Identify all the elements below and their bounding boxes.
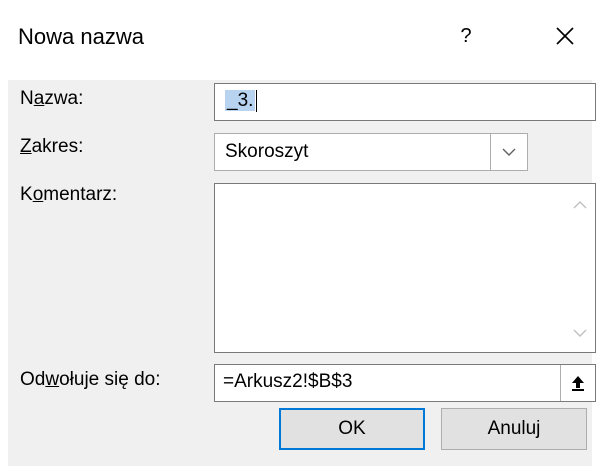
comment-textarea[interactable]: [214, 183, 596, 353]
frame-left: [0, 80, 8, 466]
refers-to-input[interactable]: =Arkusz2!$B$3: [214, 364, 596, 402]
chevron-down-icon: [573, 329, 587, 337]
close-icon: [556, 27, 574, 45]
refers-to-label: Odwołuje się do:: [20, 369, 161, 390]
new-name-dialog: Nowa nazwa ? Nazwa: _3. Zakres: Skoroszy…: [0, 0, 600, 466]
scope-dropdown-button[interactable]: [490, 134, 527, 170]
scope-select[interactable]: Skoroszyt: [214, 133, 528, 171]
refers-to-value: =Arkusz2!$B$3: [223, 371, 353, 392]
help-button[interactable]: ?: [442, 16, 490, 56]
title-bar: Nowa nazwa ?: [0, 0, 600, 80]
chevron-up-icon: [573, 201, 587, 209]
name-input-value: _3.: [225, 90, 256, 112]
cancel-button[interactable]: Anuluj: [441, 408, 587, 450]
close-button[interactable]: [540, 16, 590, 56]
name-label: Nazwa:: [20, 88, 84, 109]
name-input[interactable]: _3.: [214, 83, 596, 121]
text-caret: [256, 90, 258, 112]
scope-select-value: Skoroszyt: [225, 141, 309, 162]
dialog-title: Nowa nazwa: [18, 24, 144, 49]
comment-label: Komentarz:: [20, 184, 118, 205]
scroll-up-button[interactable]: [569, 194, 591, 216]
range-select-button[interactable]: [560, 365, 595, 401]
scroll-down-button[interactable]: [569, 322, 591, 344]
ok-button[interactable]: OK: [279, 408, 425, 450]
scope-label: Zakres:: [20, 136, 84, 157]
chevron-down-icon: [502, 148, 516, 156]
upload-arrow-icon: [572, 376, 584, 391]
